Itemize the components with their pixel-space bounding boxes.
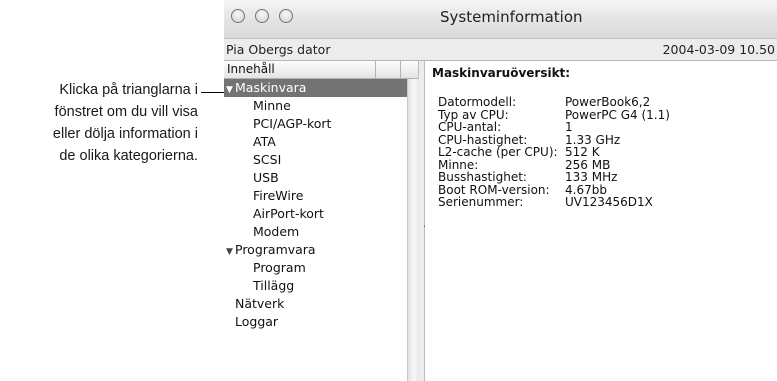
row-key: L2-cache (per CPU): [438,145,558,159]
close-button[interactable] [231,9,245,23]
computer-name: Pia Obergs dator [226,42,331,57]
callout-line: de olika kategorierna. [59,148,198,164]
row-key: CPU-antal: [438,120,502,134]
row-value: PowerPC G4 (1.1) [565,107,670,122]
tree-item-firewire[interactable]: FireWire [224,187,436,205]
tree-item-label: Loggar [235,314,279,329]
tree-item-label: USB [253,170,279,185]
tree-item-programvara[interactable]: ▼ Programvara [224,241,407,259]
column-header-label: Innehåll [227,62,275,76]
contents-sidebar: Innehåll ▼ Maskinvara Minne PCI/AGP-kort … [224,61,419,381]
row-value: PowerBook6,2 [565,95,651,109]
tree-item-tillagg[interactable]: Tillägg [224,277,436,295]
minimize-button[interactable] [255,9,269,23]
tree-item-label: FireWire [253,188,304,203]
tree-item-label: Minne [253,98,291,113]
tree-item-maskinvara[interactable]: ▼ Maskinvara [224,79,407,97]
tree-item-label: Modem [253,224,300,239]
row-value: 512 K [565,145,600,159]
callout-text: Klicka på trianglarna i fönstret om du v… [0,79,198,167]
detail-pane: Maskinvaruöversikt: Datormodell: PowerBoo… [425,61,777,381]
tree-item-label: PCI/AGP-kort [253,116,332,131]
column-divider [375,61,376,78]
column-divider [400,61,401,78]
tree-item-label: Program [253,260,306,275]
zoom-button[interactable] [279,9,293,23]
tree-item-label: Tillägg [253,278,295,293]
tree-item-label: SCSI [253,152,282,167]
tree-item-label: Nätverk [235,296,285,311]
tree-item-loggar[interactable]: Loggar [224,313,418,331]
tree-item-ata[interactable]: ATA [224,133,436,151]
tree-item-airport[interactable]: AirPort-kort [224,205,436,223]
sidebar-scrollbar[interactable] [407,79,419,381]
tree-item-usb[interactable]: USB [224,169,436,187]
row-value: UV123456D1X [565,195,653,209]
tree-item-scsi[interactable]: SCSI [224,151,436,169]
window-title: Systeminformation [440,8,583,26]
column-header[interactable]: Innehåll [224,61,418,79]
row-key: Busshastighet: [438,170,527,184]
tree-item-label: ATA [253,134,276,149]
info-bar: Pia Obergs dator 2004-03-09 10.50 [224,39,777,61]
callout-line: Klicka på trianglarna i [59,82,198,98]
tree-item-pci-agp[interactable]: PCI/AGP-kort [224,115,436,133]
system-information-window: Systeminformation Pia Obergs dator 2004-… [224,0,777,381]
tree-item-natverk[interactable]: Nätverk [224,295,418,313]
tree-item-modem[interactable]: Modem [224,223,436,241]
tree-item-label: AirPort-kort [253,206,324,221]
title-bar[interactable]: Systeminformation [224,0,777,39]
tree-item-program[interactable]: Program [224,259,436,277]
tree-item-minne[interactable]: Minne [224,97,436,115]
row-value: 1 [565,120,573,134]
row-key: Serienummer: [438,195,524,209]
row-value: 133 MHz [565,170,618,184]
timestamp: 2004-03-09 10.50 [662,42,775,57]
section-title: Maskinvaruöversikt: [432,66,571,80]
tree-item-label: Programvara [235,242,316,257]
callout-line: fönstret om du vill visa [54,104,198,120]
callout-line: eller dölja information i [52,126,198,142]
tree-item-label: Maskinvara [235,80,307,95]
row-key: Datormodell: [438,95,517,109]
